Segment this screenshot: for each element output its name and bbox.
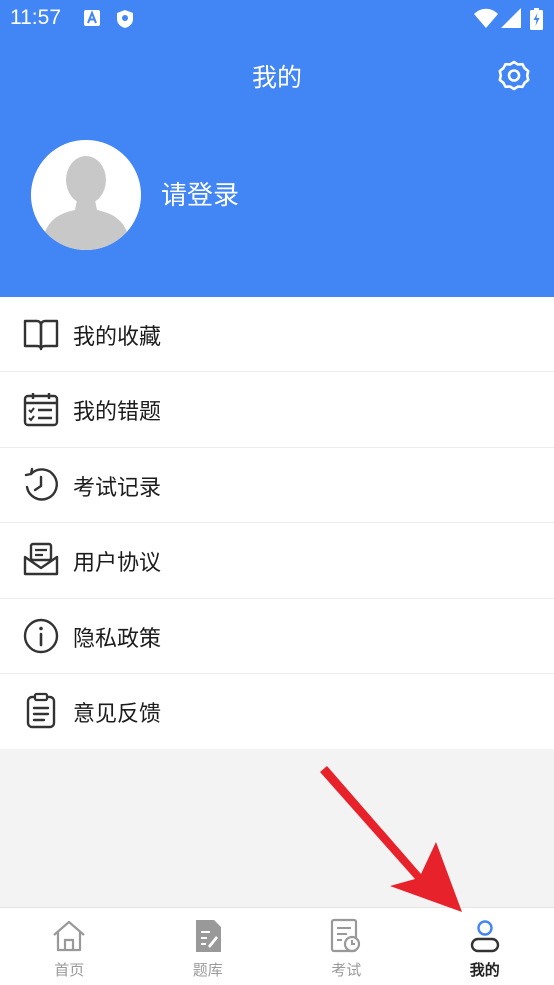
tab-question-bank[interactable]: 题库 bbox=[139, 908, 278, 985]
envelope-document-icon bbox=[23, 542, 59, 576]
menu-item-user-agreement[interactable]: 用户协议 bbox=[0, 523, 554, 599]
status-time: 11:57 bbox=[10, 6, 61, 29]
wifi-icon bbox=[474, 8, 498, 28]
menu-item-label: 我的收藏 bbox=[73, 325, 162, 350]
tab-label: 题库 bbox=[192, 961, 223, 979]
avatar[interactable] bbox=[31, 140, 141, 250]
settings-gear-icon[interactable] bbox=[497, 59, 531, 93]
tab-label: 考试 bbox=[331, 961, 362, 979]
book-icon bbox=[23, 319, 59, 351]
calendar-checklist-icon bbox=[23, 393, 59, 427]
menu-item-exam-records[interactable]: 考试记录 bbox=[0, 448, 554, 524]
page-title: 我的 bbox=[251, 63, 302, 92]
battery-icon bbox=[530, 8, 543, 30]
tab-home[interactable]: 首页 bbox=[0, 908, 139, 985]
question-bank-icon bbox=[195, 920, 221, 952]
home-icon bbox=[53, 920, 85, 952]
menu-item-favorites[interactable]: 我的收藏 bbox=[0, 297, 554, 373]
profile-menu: 我的收藏 我的错题 考试记录 用户协议 隐私政策 意见反馈 bbox=[0, 297, 554, 750]
menu-item-privacy-policy[interactable]: 隐私政策 bbox=[0, 599, 554, 674]
tab-label: 我的 bbox=[469, 961, 500, 979]
profile-header: 11:57 我的 请登录 bbox=[0, 0, 554, 297]
shield-icon bbox=[117, 10, 133, 28]
user-icon bbox=[470, 920, 499, 953]
menu-item-label: 我的错题 bbox=[73, 400, 162, 426]
clipboard-icon bbox=[26, 692, 56, 729]
menu-item-label: 意见反馈 bbox=[73, 701, 162, 727]
default-user-avatar-icon bbox=[31, 140, 141, 250]
tab-exam[interactable]: 考试 bbox=[277, 908, 416, 985]
app-a-icon bbox=[84, 10, 100, 26]
tab-label: 首页 bbox=[54, 961, 85, 979]
menu-item-label: 考试记录 bbox=[73, 475, 162, 501]
login-link[interactable]: 请登录 bbox=[161, 175, 239, 212]
history-clock-icon bbox=[24, 467, 58, 501]
menu-item-label: 用户协议 bbox=[73, 551, 162, 577]
exam-icon bbox=[331, 918, 361, 953]
menu-item-label: 隐私政策 bbox=[73, 626, 162, 652]
status-bar: 11:57 bbox=[0, 0, 554, 40]
signal-icon bbox=[501, 8, 521, 28]
tab-mine[interactable]: 我的 bbox=[416, 908, 554, 985]
bottom-tab-bar: 首页 题库 考试 我的 bbox=[0, 907, 554, 985]
menu-item-wrong-questions[interactable]: 我的错题 bbox=[0, 372, 554, 448]
info-icon bbox=[23, 618, 59, 653]
menu-item-feedback[interactable]: 意见反馈 bbox=[0, 674, 554, 749]
